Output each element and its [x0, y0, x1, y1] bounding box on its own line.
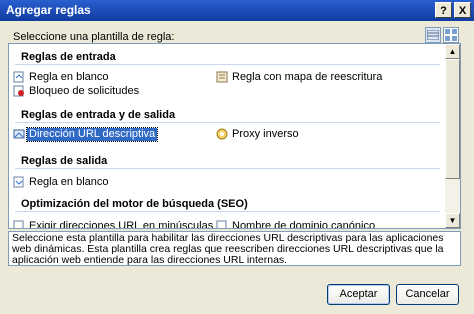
- friendly-url-icon: [13, 129, 25, 139]
- group-divider: [15, 168, 440, 169]
- item-label: Regla en blanco: [29, 71, 109, 83]
- close-button[interactable]: X: [454, 2, 471, 18]
- item-label: Nombre de dominio canónico: [232, 220, 376, 229]
- dialog-title: Agregar reglas: [6, 3, 91, 17]
- list-scrollbar[interactable]: ▲ ▼: [445, 44, 460, 228]
- canonical-domain-icon: [216, 220, 227, 228]
- group-divider: [15, 211, 440, 212]
- template-prompt-label: Seleccione una plantilla de regla:: [13, 31, 175, 43]
- rule-template-list[interactable]: Reglas de entrada Regla en blanco Regla …: [8, 43, 461, 229]
- group-header-label: Reglas de entrada: [21, 51, 116, 63]
- scroll-thumb[interactable]: [445, 59, 460, 179]
- help-button[interactable]: ?: [435, 2, 452, 18]
- blank-rule-icon: [13, 71, 24, 83]
- group-header-seo: Optimización del motor de búsqueda (SEO): [9, 194, 446, 214]
- item-label: Exigir direcciones URL en minúsculas: [29, 220, 214, 229]
- blank-rule-icon: [13, 176, 24, 188]
- tile-view-icon: [445, 29, 457, 41]
- scroll-up-icon[interactable]: ▲: [445, 44, 460, 59]
- title-bar: Agregar reglas ? X: [0, 0, 474, 21]
- request-blocking-icon: [13, 85, 24, 97]
- ok-button[interactable]: Aceptar: [327, 284, 390, 305]
- item-label: Dirección URL descriptiva: [25, 127, 159, 142]
- group-header-label: Reglas de entrada y de salida: [21, 109, 176, 121]
- tile-view-button[interactable]: [443, 27, 459, 43]
- template-description: Seleccione esta plantilla para habilitar…: [8, 231, 461, 266]
- group-header-inbound-outbound: Reglas de entrada y de salida: [9, 105, 446, 125]
- scroll-down-icon[interactable]: ▼: [445, 213, 460, 228]
- reverse-proxy-icon: [216, 128, 228, 140]
- details-view-icon: [427, 30, 439, 40]
- group-divider: [15, 122, 440, 123]
- item-label: Regla con mapa de reescritura: [232, 71, 383, 83]
- group-header-inbound: Reglas de entrada: [9, 47, 446, 67]
- item-label: Bloqueo de solicitudes: [29, 85, 140, 97]
- cancel-button[interactable]: Cancelar: [396, 284, 459, 305]
- group-header-outbound: Reglas de salida: [9, 151, 446, 171]
- item-label: Proxy inverso: [232, 128, 299, 140]
- details-view-button[interactable]: [425, 27, 441, 43]
- item-label: Regla en blanco: [29, 176, 109, 188]
- rewrite-map-icon: [216, 71, 228, 83]
- lowercase-rule-icon: [13, 220, 24, 228]
- group-header-label: Reglas de salida: [21, 155, 108, 167]
- group-header-label: Optimización del motor de búsqueda (SEO): [21, 198, 248, 210]
- group-divider: [15, 64, 440, 65]
